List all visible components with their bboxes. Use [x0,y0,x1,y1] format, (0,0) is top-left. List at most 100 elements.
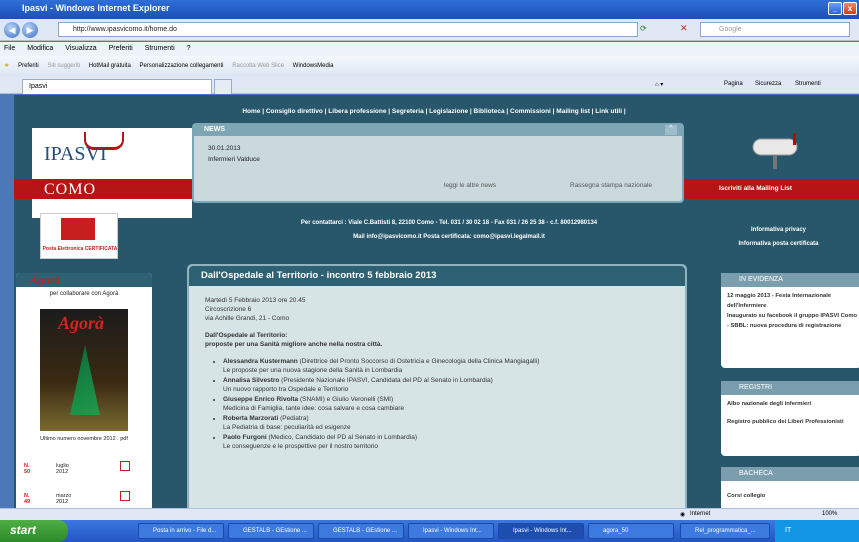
news-rassegna-link[interactable]: Rassegna stampa nazionale [570,182,652,189]
evidenza-item[interactable]: - SBBL: nuova procedura di registrazione [727,321,859,331]
issue-number: N. 49 [24,493,31,505]
registri-panel: REGISTRI Albo nazionale degli infermieri… [721,381,859,456]
pec-banner[interactable]: Posta Elettronica CERTIFICATA [40,213,118,259]
menu-strumenti[interactable]: Strumenti [145,45,175,52]
minimize-button[interactable]: _ [828,2,842,15]
news-more-link[interactable]: leggi le altre news [444,182,496,189]
contact-line-1: Per contattarci : Viale C.Battisti 8, 22… [300,220,598,226]
new-tab-button[interactable] [214,79,232,94]
forward-button[interactable]: ▶ [22,22,38,38]
mailing-list-link[interactable]: Iscriviti alla Mailing List [719,185,792,192]
article-heading: proposte per una Sanità migliore anche n… [205,341,383,348]
news-collapse-icon[interactable]: ^ [665,125,677,135]
status-bar: ◉ Internet 100% [0,508,859,520]
fav-hotmail[interactable]: HotMail gratuita [89,63,131,69]
menu-file[interactable]: File [4,45,15,52]
status-zone: Internet [690,511,711,517]
menu-bar: File Modifica Visualizza Preferiti Strum… [0,42,859,56]
refresh-icon[interactable]: ⟳ [640,24,647,33]
registri-item[interactable]: Albo nazionale degli infermieri [727,399,859,409]
evidenza-item[interactable]: 12 maggio 2013 - Festa Internazionale de… [727,291,859,311]
registri-title: REGISTRI [721,381,859,395]
bacheca-title: BACHECA [721,467,859,481]
start-button[interactable]: start [0,520,68,542]
taskbar-item[interactable]: Posta in arrivo - File d... [138,523,224,539]
pdf-icon[interactable] [120,491,130,501]
mailbox-icon[interactable] [739,131,809,169]
taskbar: start Posta in arrivo - File d... GESTAL… [0,520,859,542]
taskbar-item[interactable]: GESTALB - GEstione ... [318,523,404,539]
taskbar-item[interactable]: Ipasvi - Windows Int... [408,523,494,539]
news-item[interactable]: Infermieri Valduce [208,156,260,163]
contact-line-2[interactable]: Mail info@ipasvicomo.it Posta certificat… [214,230,684,244]
right-links: Informativa privacy Informativa posta ce… [721,223,836,251]
back-button[interactable]: ◀ [4,22,20,38]
news-header: NEWS [194,125,682,136]
article-line: via Achille Grandi, 21 - Como [205,315,290,322]
speaker-item: Alessandra Kustermann (Direttrice del Pr… [223,357,685,375]
speaker-item: Giuseppe Enrico Rivolta (SNAMI) e Giulio… [223,395,685,413]
issue-number: N. 50 [24,463,31,475]
top-nav[interactable]: Home | Consiglio direttivo | Libera prof… [199,108,669,115]
fav-raccolta[interactable]: Raccolta Web Slice [232,63,284,69]
pdf-icon[interactable] [120,461,130,471]
privacy-link[interactable]: Informativa privacy [721,223,836,237]
bacheca-item[interactable]: Corsi collegio [727,491,859,501]
agora-cover-title: Agorà [58,313,105,333]
toolbar-sicurezza[interactable]: Sicurezza [755,81,781,87]
fav-personalizzazione[interactable]: Personalizzazione collegamenti [139,63,223,69]
pec-label: Attiva la tua pec [54,203,97,209]
close-button[interactable]: x [843,2,857,15]
logo-red-band [14,179,194,199]
evidenza-item[interactable]: Inaugurato su facebook il gruppo IPASVI … [727,311,859,321]
issue-label: marzo 2012 [56,493,72,505]
evidenza-panel: IN EVIDENZA 12 maggio 2013 - Festa Inter… [721,273,859,368]
pec-text: Posta Elettronica CERTIFICATA [42,246,118,252]
article-line: Martedì 5 Febbraio 2013 ore 20.45 [205,297,306,304]
menu-modifica[interactable]: Modifica [27,45,53,52]
news-date: 30.01.2013 [208,145,241,152]
tab-ipasvi[interactable]: Ipasvi [22,79,212,94]
contact-info: Per contattarci : Viale C.Battisti 8, 22… [214,216,684,244]
speaker-item: Roberta Marzorati (Pediatra)La Pediatria… [223,414,685,432]
address-bar: ◀ ▶ http://www.ipasvicomo.it/home.do ⟳ ✕… [0,19,859,41]
window-title-bar: Ipasvi - Windows Internet Explorer _ x [0,0,859,19]
toolbar-strumenti[interactable]: Strumenti [795,81,821,87]
taskbar-item[interactable]: agora_50 [588,523,674,539]
news-box: NEWS ^ 30.01.2013 Infermieri Valduce leg… [192,123,684,203]
speaker-list: Alessandra Kustermann (Direttrice del Pr… [223,357,685,451]
url-input[interactable]: http://www.ipasvicomo.it/home.do [58,22,638,37]
tab-bar: Ipasvi ⌂ ▾ Pagina Sicurezza Strumenti [0,76,859,94]
stop-icon[interactable]: ✕ [680,23,688,34]
zoom-level[interactable]: 100% [822,511,837,517]
home-icon[interactable]: ⌂ ▾ [655,81,663,88]
bacheca-panel: BACHECA Corsi collegio [721,467,859,508]
menu-visualizza[interactable]: Visualizza [65,45,96,52]
agora-cover[interactable]: Agorà [40,309,128,431]
menu-preferiti[interactable]: Preferiti [109,45,133,52]
taskbar-item[interactable]: Ipasvi - Windows Int... [498,523,584,539]
taskbar-item[interactable]: GESTALB - GEstione ... [228,523,314,539]
logo-city: COMO [44,181,97,198]
christmas-tree-image [70,345,100,415]
taskbar-item[interactable]: Rel_programmatica_... [680,523,770,539]
toolbar-pagina[interactable]: Pagina [724,81,743,87]
article-panel: Dall'Ospedale al Territorio - incontro 5… [187,264,687,508]
fav-siti-suggeriti[interactable]: Siti suggeriti [47,63,80,69]
fav-preferiti[interactable]: Preferiti [18,63,39,69]
page-content: IPASVI COMO Home | Consiglio direttivo |… [14,95,859,508]
agora-caption[interactable]: Ultimo numero novembre 2012 . pdf [16,436,152,442]
logo-text: IPASVI [44,143,107,165]
speaker-item: Annalisa Silvestro (Presidente Nazionale… [223,376,685,394]
favorites-bar: ★ Preferiti Siti suggeriti HotMail gratu… [0,56,859,76]
registri-item[interactable]: Registro pubblico dei Liberi Professioni… [727,417,859,427]
language-indicator[interactable]: IT [785,527,791,534]
agora-title: Agorà [16,273,152,287]
article-body: Martedì 5 Febbraio 2013 ore 20.45 Circos… [189,286,685,451]
speaker-item: Paolo Furgoni (Medico, Candidato del PD … [223,433,685,451]
search-input[interactable]: Google [700,22,850,37]
agora-subtitle[interactable]: per collaborare con Agorà [16,291,152,297]
privacy-pec-link[interactable]: Informativa posta certificata [721,237,836,251]
fav-windowsmedia[interactable]: WindowsMedia [293,63,334,69]
menu-help[interactable]: ? [187,45,191,52]
